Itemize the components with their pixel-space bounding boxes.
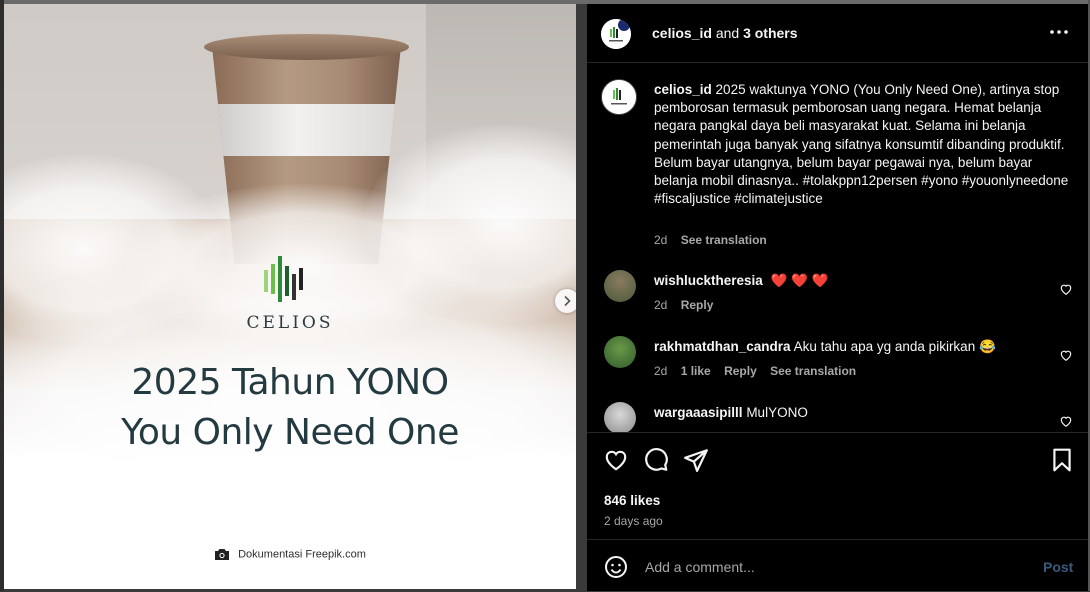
caption-meta: 2d See translation (654, 233, 767, 247)
comment-reply-button[interactable]: Reply (681, 298, 714, 312)
caption-username[interactable]: celios_id (654, 82, 712, 97)
post-detail-panel: celios_id and 3 others celios_id 2025 wa… (587, 4, 1088, 591)
credit-text: Dokumentasi Freepik.com (238, 548, 366, 561)
comment-meta: 2d Reply (654, 298, 713, 312)
next-image-button[interactable] (555, 289, 576, 313)
headline-line1: 2025 Tahun YONO (131, 362, 449, 403)
caption-time: 2d (654, 233, 668, 247)
heart-icon[interactable] (1059, 282, 1073, 296)
heart-icon[interactable] (1059, 348, 1073, 362)
comment-avatar[interactable] (604, 270, 636, 302)
comment-avatar[interactable] (604, 402, 636, 432)
share-icon[interactable] (683, 447, 709, 473)
caption-avatar[interactable] (601, 79, 637, 115)
comment-time: 2d (654, 298, 668, 312)
header-avatar[interactable] (601, 19, 631, 49)
bookmark-icon[interactable] (1049, 447, 1075, 473)
headline-line2: You Only Need One (121, 412, 459, 453)
comment-meta: 2d 1 like Reply See translation (654, 364, 856, 378)
celios-logo-icon (264, 256, 303, 302)
caption: celios_id 2025 waktunya YONO (You Only N… (654, 81, 1069, 208)
heart-icon[interactable] (603, 447, 629, 473)
emoji-icon[interactable] (604, 555, 628, 579)
image-credit: Dokumentasi Freepik.com (4, 548, 576, 561)
comment-composer: Post (587, 539, 1088, 592)
comment-time: 2d (654, 364, 668, 378)
celios-avatar-icon (601, 19, 631, 49)
comment-input[interactable] (643, 554, 1007, 580)
comment-avatar[interactable] (604, 336, 636, 368)
header-title: celios_id and 3 others (652, 25, 798, 41)
comment-username[interactable]: wishlucktheresia (654, 273, 763, 288)
caption-text: 2025 waktunya YONO (You Only Need One), … (654, 82, 1069, 207)
comment-username[interactable]: rakhmatdhan_candra (654, 339, 791, 354)
header-connector: and (715, 25, 740, 41)
heart-icon[interactable] (1059, 414, 1073, 428)
post-actions: 846 likes 2 days ago (587, 432, 1088, 553)
comment-body: wishlucktheresia ❤️ ❤️ ❤️ (654, 273, 829, 289)
more-icon[interactable] (1047, 22, 1071, 42)
post-comment-button[interactable]: Post (1043, 559, 1073, 575)
posted-time: 2 days ago (604, 514, 663, 528)
comment-text: ❤️ ❤️ ❤️ (770, 273, 829, 288)
brand-name: CELIOS (246, 313, 334, 333)
comment-text: MulYONO (746, 405, 808, 420)
comment-reply-button[interactable]: Reply (724, 364, 757, 378)
header-others[interactable]: 3 others (743, 25, 797, 41)
comment-body: wargaaasipilll MulYONO (654, 405, 808, 420)
comment-likes[interactable]: 1 like (681, 364, 711, 378)
comment-see-translation[interactable]: See translation (770, 364, 856, 378)
caption-see-translation[interactable]: See translation (681, 233, 767, 247)
header-username[interactable]: celios_id (652, 25, 712, 41)
comment-body: rakhmatdhan_candra Aku tahu apa yg anda … (654, 339, 996, 355)
comment-username[interactable]: wargaaasipilll (654, 405, 743, 420)
likes-count[interactable]: 846 likes (604, 493, 660, 508)
chevron-right-icon (564, 295, 571, 307)
celios-avatar-icon (602, 80, 636, 114)
camera-icon (215, 549, 230, 560)
comment-item: wargaaasipilll MulYONO (587, 402, 1088, 432)
comment-icon[interactable] (643, 447, 669, 473)
post-image: CELIOS 2025 Tahun YONO You Only Need One… (4, 4, 576, 589)
post-header: celios_id and 3 others (587, 4, 1088, 63)
comment-text: Aku tahu apa yg anda pikirkan 😂 (793, 339, 996, 354)
